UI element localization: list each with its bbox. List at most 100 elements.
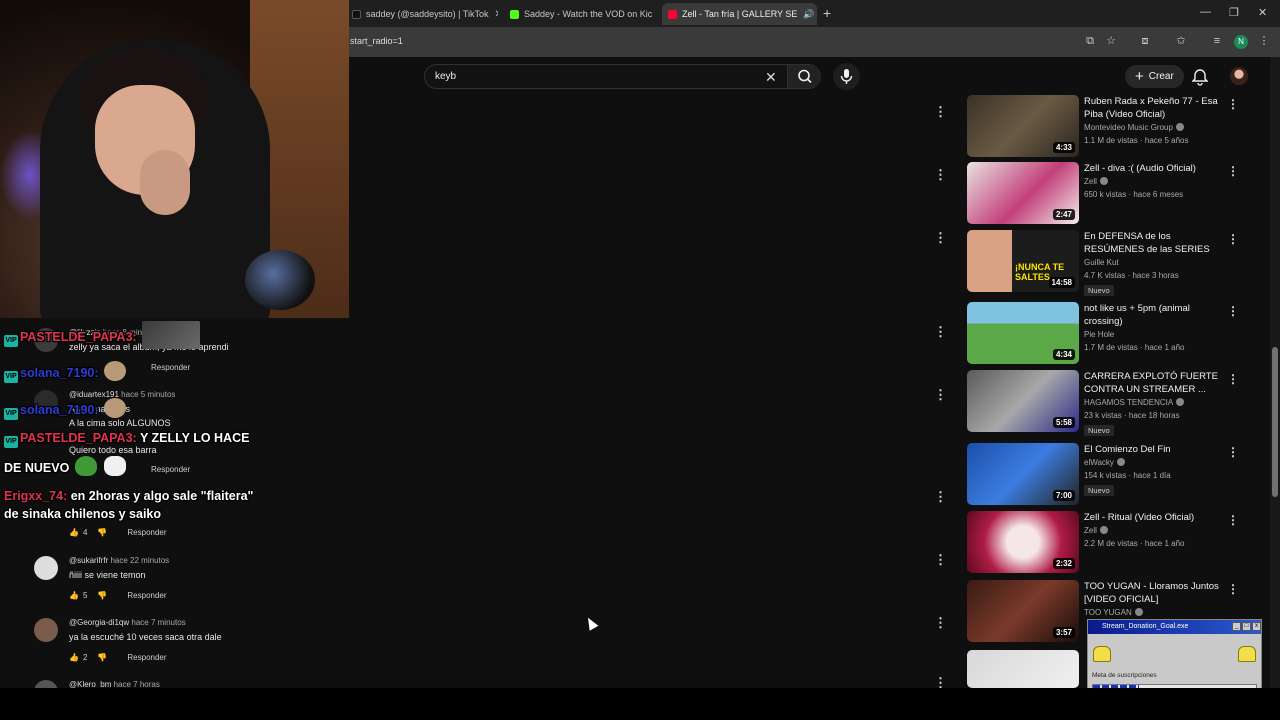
menu-dots-icon[interactable]: ⋮	[1258, 35, 1270, 47]
close-tab-icon[interactable]: ✕	[815, 9, 817, 20]
more-options-icon[interactable]: ⋮	[934, 104, 947, 120]
channel-name[interactable]: elWacky	[1084, 458, 1114, 467]
dislike-icon[interactable]: 👎	[97, 591, 107, 600]
close-tab-icon[interactable]: ✕	[489, 9, 498, 20]
more-options-icon[interactable]: ⋮	[934, 167, 947, 183]
dislike-icon[interactable]: 👎	[97, 653, 107, 662]
video-title[interactable]: Zell - Ritual (Video Oficial)	[1084, 511, 1224, 524]
reply-button[interactable]: Responder	[151, 465, 190, 474]
favorites-icon[interactable]: ✩	[1175, 35, 1187, 47]
more-options-icon[interactable]: ⋮	[934, 230, 947, 246]
video-stats: 1.1 M de vistas · hace 5 años	[1084, 136, 1189, 145]
extensions-icon[interactable]: ⧈	[1139, 35, 1151, 47]
install-icon[interactable]: ⧉	[1084, 35, 1096, 47]
recommended-video[interactable]: 2:32 Zell - Ritual (Video Oficial) Zell …	[967, 511, 1257, 573]
video-title[interactable]: El Comienzo Del Fin	[1084, 443, 1224, 456]
more-options-icon[interactable]: ⋮	[1227, 445, 1239, 459]
browser-tab-tiktok[interactable]: saddey (@saddeysito) | TikTok ✕	[346, 3, 498, 25]
search-box[interactable]: keyb ✕	[424, 64, 821, 89]
tiktok-icon	[352, 9, 361, 19]
avatar[interactable]	[34, 618, 58, 642]
reply-button[interactable]: Responder	[127, 591, 166, 600]
more-options-icon[interactable]: ⋮	[934, 324, 947, 340]
video-duration: 14:58	[1048, 277, 1075, 288]
video-title[interactable]: TOO YUGAN - Lloramos Juntos [VIDEO OFICI…	[1084, 580, 1224, 606]
video-stats: 154 k vistas · hace 1 día	[1084, 471, 1171, 480]
comment-author[interactable]: @sukarifrfr	[69, 556, 108, 565]
chat-message: VIP PASTELDE_PAPA3: Y ZELLY LO HACE	[4, 431, 249, 448]
video-thumbnail[interactable]: 4:33	[967, 95, 1079, 157]
more-options-icon[interactable]: ⋮	[1227, 232, 1239, 246]
like-icon[interactable]: 👍	[69, 528, 79, 537]
comment-actions-row: 👍 4 👎 Responder	[34, 528, 354, 548]
channel-name[interactable]: Zell	[1084, 177, 1097, 186]
video-title[interactable]: Ruben Rada x Pekeño 77 - Esa Piba (Video…	[1084, 95, 1224, 121]
browser-tab-youtube[interactable]: Zell - Tan fría | GALLERY SE 🔊 ✕	[662, 3, 817, 25]
video-thumbnail[interactable]: 4:34	[967, 302, 1079, 364]
more-options-icon[interactable]: ⋮	[934, 387, 947, 403]
create-button[interactable]: + Crear	[1125, 65, 1184, 88]
reply-button[interactable]: Responder	[127, 653, 166, 662]
url-field[interactable]: start_radio=1	[350, 36, 403, 46]
notifications-button[interactable]	[1191, 68, 1209, 91]
video-title[interactable]: CARRERA EXPLOTÓ FUERTE CONTRA UN STREAME…	[1084, 370, 1224, 396]
browser-tab-kick[interactable]: Saddey - Watch the VOD on Kic ✕	[504, 3, 656, 25]
channel-name[interactable]: HAGAMOS TENDENCIA	[1084, 398, 1173, 407]
search-input[interactable]: keyb	[435, 71, 456, 82]
donation-goal-widget: Stream_Donation_Goal.exe _ □ x Meta de s…	[1087, 619, 1262, 697]
recommended-video[interactable]: ¡NUNCA TE SALTES 14:58 En DEFENSA de los…	[967, 230, 1257, 296]
reply-button[interactable]: Responder	[151, 363, 190, 372]
channel-name[interactable]: Pie Hole	[1084, 330, 1114, 339]
clear-search-icon[interactable]: ✕	[765, 69, 777, 86]
recommended-video[interactable]: 4:34 not like us + 5pm (animal crossing)…	[967, 302, 1257, 364]
more-options-icon[interactable]: ⋮	[1227, 513, 1239, 527]
chat-badge-icon: VIP	[4, 408, 18, 420]
media-controls-icon[interactable]: ≡	[1211, 35, 1223, 47]
minimize-icon[interactable]: —	[1200, 6, 1211, 18]
video-thumbnail[interactable]: 5:58	[967, 370, 1079, 432]
recommended-video[interactable]: 5:58 CARRERA EXPLOTÓ FUERTE CONTRA UN ST…	[967, 370, 1257, 436]
close-tab-icon[interactable]: ✕	[652, 9, 656, 20]
channel-name[interactable]: Montevideo Music Group	[1084, 123, 1173, 132]
reply-button[interactable]: Responder	[127, 528, 166, 537]
account-avatar[interactable]	[1230, 67, 1248, 85]
channel-name[interactable]: Guille Kut	[1084, 258, 1119, 267]
like-icon[interactable]: 👍	[69, 591, 79, 600]
video-thumbnail[interactable]: 2:47	[967, 162, 1079, 224]
dislike-icon[interactable]: 👎	[97, 528, 107, 537]
like-icon[interactable]: 👍	[69, 653, 79, 662]
recommended-video[interactable]: 7:00 El Comienzo Del Fin elWacky 154 k v…	[967, 443, 1257, 505]
more-options-icon[interactable]: ⋮	[1227, 164, 1239, 178]
video-thumbnail[interactable]: 3:57	[967, 580, 1079, 642]
new-tab-button[interactable]: +	[823, 5, 831, 21]
more-options-icon[interactable]: ⋮	[1227, 582, 1239, 596]
video-thumbnail[interactable]: 7:00	[967, 443, 1079, 505]
video-thumbnail[interactable]	[967, 650, 1079, 688]
comment-author[interactable]: @Georgia-di1qw	[69, 618, 129, 627]
video-title[interactable]: not like us + 5pm (animal crossing)	[1084, 302, 1224, 328]
more-options-icon[interactable]: ⋮	[934, 489, 947, 505]
bookmark-star-icon[interactable]: ☆	[1105, 35, 1117, 47]
avatar[interactable]	[34, 556, 58, 580]
video-thumbnail[interactable]: ¡NUNCA TE SALTES 14:58	[967, 230, 1079, 292]
recommended-video[interactable]: 4:33 Ruben Rada x Pekeño 77 - Esa Piba (…	[967, 95, 1257, 157]
voice-search-button[interactable]	[833, 63, 860, 90]
channel-name[interactable]: Zell	[1084, 526, 1097, 535]
video-thumbnail[interactable]: 2:32	[967, 511, 1079, 573]
page-scrollbar[interactable]	[1270, 57, 1280, 690]
search-button[interactable]	[787, 65, 821, 88]
more-options-icon[interactable]: ⋮	[1227, 97, 1239, 111]
video-title[interactable]: Zell - diva :( (Audio Oficial)	[1084, 162, 1224, 175]
recommended-video[interactable]: 2:47 Zell - diva :( (Audio Oficial) Zell…	[967, 162, 1257, 224]
restore-icon[interactable]: ❐	[1229, 6, 1239, 19]
window-close-icon[interactable]: ✕	[1258, 6, 1267, 19]
more-options-icon[interactable]: ⋮	[1227, 372, 1239, 386]
video-title[interactable]: En DEFENSA de los RESÚMENES de las SERIE…	[1084, 230, 1224, 256]
speaker-icon[interactable]: 🔊	[803, 9, 814, 20]
channel-name[interactable]: TOO YUGAN	[1084, 608, 1132, 617]
scrollbar-thumb[interactable]	[1272, 347, 1278, 497]
more-options-icon[interactable]: ⋮	[1227, 304, 1239, 318]
more-options-icon[interactable]: ⋮	[934, 552, 947, 568]
profile-avatar[interactable]: N	[1234, 35, 1248, 49]
more-options-icon[interactable]: ⋮	[934, 615, 947, 631]
